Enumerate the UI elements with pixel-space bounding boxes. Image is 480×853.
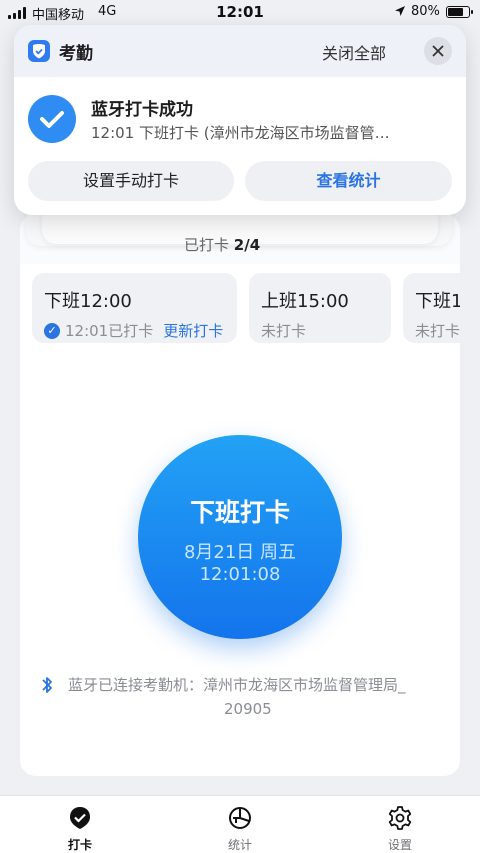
update-punch-link[interactable]: 更新打卡: [163, 320, 223, 341]
shift-time: 上班15:00: [261, 291, 349, 312]
check-icon: ✓: [44, 322, 60, 339]
view-stats-button[interactable]: 查看统计: [245, 161, 452, 201]
tab-bar: 打卡 统计 设置: [0, 795, 480, 853]
tab-punch[interactable]: 打卡: [40, 796, 120, 853]
attendance-app-icon: [28, 40, 50, 62]
manual-punch-button[interactable]: 设置手动打卡: [28, 161, 234, 201]
bluetooth-text-line2: 20905: [224, 700, 272, 718]
tab-settings[interactable]: 设置: [360, 796, 440, 853]
bluetooth-text-line1: 蓝牙已连接考勤机：漳州市龙海区市场监督管理局_: [68, 676, 406, 694]
shift-status-text: 12:01已打卡: [65, 322, 154, 340]
notification-banner[interactable]: 考勤 关闭全部 蓝牙打卡成功 12:01 下班打卡 (漳州市龙海区市场监督管… …: [14, 25, 466, 215]
close-button[interactable]: [424, 37, 452, 65]
shift-card-1[interactable]: 下班12:00 ✓ 12:01已打卡 更新打卡: [32, 273, 237, 343]
notification-header: 考勤 关闭全部: [14, 25, 466, 77]
shift-card-3[interactable]: 下班1 未打卡: [403, 273, 460, 343]
punch-button-date: 8月21日 周五: [183, 542, 297, 563]
tab-label: 统计: [227, 838, 252, 852]
bluetooth-icon: [42, 677, 52, 693]
shift-list: 下班12:00 ✓ 12:01已打卡 更新打卡 上班15:00 未打卡 下班1 …: [32, 273, 460, 345]
pie-chart-icon: [229, 807, 251, 829]
punch-button[interactable]: 下班打卡 8月21日 周五 12:01:08: [138, 435, 342, 639]
punch-button-time: 12:01:08: [199, 564, 281, 585]
battery-fill: [448, 8, 464, 16]
punch-count: 已打卡 2/4: [184, 234, 260, 255]
punch-count-value: 2/4: [233, 236, 261, 254]
shift-status: 未打卡: [261, 322, 307, 340]
battery-percent: 80%: [411, 4, 440, 19]
shift-time: 下班1: [415, 291, 460, 312]
shift-status: 未打卡: [415, 322, 460, 340]
shift-time: 下班12:00: [44, 291, 132, 312]
tab-stats[interactable]: 统计: [200, 796, 280, 853]
shift-status: ✓ 12:01已打卡 更新打卡: [44, 320, 237, 341]
check-badge-icon: [70, 807, 90, 829]
status-time: 12:01: [216, 3, 264, 21]
location-arrow-icon: [395, 6, 405, 16]
punch-count-prefix: 已打卡: [184, 236, 230, 254]
tab-label: 设置: [387, 838, 412, 852]
gear-icon: [388, 806, 412, 830]
battery-icon: [446, 6, 473, 18]
notification-title: 蓝牙打卡成功: [91, 100, 193, 120]
notification-body: 12:01 下班打卡 (漳州市龙海区市场监督管…: [91, 124, 390, 142]
close-all-button[interactable]: 关闭全部: [322, 40, 386, 64]
punch-button-label: 下班打卡: [189, 498, 290, 527]
status-bar: 中国移动 4G 12:01 80%: [0, 0, 480, 26]
shift-card-2[interactable]: 上班15:00 未打卡: [249, 273, 391, 343]
close-icon: [432, 45, 444, 57]
success-check-icon: [28, 95, 76, 143]
notification-app-name: 考勤: [59, 44, 93, 64]
tab-label: 打卡: [67, 838, 92, 852]
